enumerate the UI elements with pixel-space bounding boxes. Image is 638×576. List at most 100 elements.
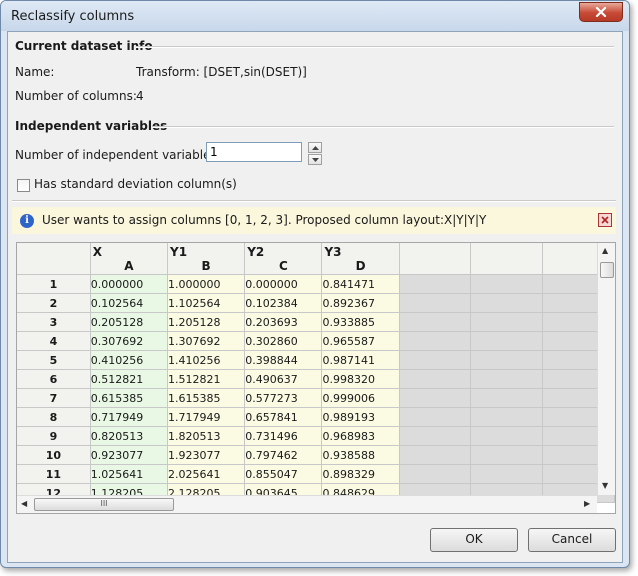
independent-count-label: Number of independent variables: <box>15 148 221 162</box>
table-cell[interactable]: 1.000000 <box>167 274 246 294</box>
table-cell[interactable]: 0.203693 <box>244 312 323 332</box>
row-header[interactable]: 10 <box>17 445 91 465</box>
table-cell[interactable]: 0.923077 <box>90 445 169 465</box>
scroll-down-icon[interactable]: ▼ <box>602 481 608 490</box>
table-cell[interactable]: 0.841471 <box>321 274 400 294</box>
spin-up-button[interactable] <box>308 142 322 153</box>
empty-cell <box>399 407 472 427</box>
row-header[interactable]: 5 <box>17 350 91 370</box>
table-cell[interactable]: 0.892367 <box>321 293 400 313</box>
column-header-empty <box>399 243 472 275</box>
name-value: Transform: [DSET,sin(DSET)] <box>136 65 307 79</box>
table-cell[interactable]: 1.615385 <box>167 388 246 408</box>
row-header[interactable]: 1 <box>17 274 91 294</box>
scroll-up-icon[interactable]: ▲ <box>602 246 608 255</box>
table-cell[interactable]: 0.965587 <box>321 331 400 351</box>
table-row: 4 0.307692 1.307692 0.302860 0.965587 <box>17 331 615 351</box>
table-cell[interactable]: 0.820513 <box>90 426 169 446</box>
table-cell[interactable]: 1.102564 <box>167 293 246 313</box>
table-cell[interactable]: 0.968983 <box>321 426 400 446</box>
table-row: 7 0.615385 1.615385 0.577273 0.999006 <box>17 388 615 408</box>
independent-count-input[interactable] <box>206 142 302 162</box>
column-letter: C <box>278 259 288 273</box>
table-cell[interactable]: 0.307692 <box>90 331 169 351</box>
row-header[interactable]: 11 <box>17 464 91 484</box>
table-cell[interactable]: 0.998320 <box>321 369 400 389</box>
info-bar: i User wants to assign columns [0, 1, 2,… <box>12 207 616 234</box>
empty-cell <box>399 331 472 351</box>
table-cell[interactable]: 0.855047 <box>244 464 323 484</box>
spin-down-button[interactable] <box>308 154 322 165</box>
table-cell[interactable]: 0.000000 <box>90 274 169 294</box>
table-cell[interactable]: 1.717949 <box>167 407 246 427</box>
title-bar[interactable]: Reclassify columns <box>1 1 629 31</box>
stddev-label[interactable]: Has standard deviation column(s) <box>34 177 237 191</box>
table-cell[interactable]: 0.731496 <box>244 426 323 446</box>
empty-cell <box>470 388 544 408</box>
empty-cell <box>470 293 544 313</box>
row-header[interactable]: 3 <box>17 312 91 332</box>
data-grid[interactable]: XA Y1 B Y2 C Y3 D 1 0.000000 1.000000 0.000000… <box>16 242 616 514</box>
column-letter: A <box>124 259 134 273</box>
table-cell[interactable]: 0.490637 <box>244 369 323 389</box>
table-cell[interactable]: 1.307692 <box>167 331 246 351</box>
table-cell[interactable]: 0.302860 <box>244 331 323 351</box>
vertical-scroll-thumb[interactable] <box>600 262 614 278</box>
table-cell[interactable]: 1.205128 <box>167 312 246 332</box>
table-cell[interactable]: 0.989193 <box>321 407 400 427</box>
table-cell[interactable]: 0.987141 <box>321 350 400 370</box>
row-header[interactable]: 2 <box>17 293 91 313</box>
table-cell[interactable]: 0.102384 <box>244 293 323 313</box>
cancel-button[interactable]: Cancel <box>528 528 616 552</box>
row-header[interactable]: 8 <box>17 407 91 427</box>
table-cell[interactable]: 0.205128 <box>90 312 169 332</box>
empty-cell <box>399 293 472 313</box>
table-cell[interactable]: 0.102564 <box>90 293 169 313</box>
table-cell[interactable]: 0.797462 <box>244 445 323 465</box>
empty-cell <box>399 312 472 332</box>
row-header[interactable]: 7 <box>17 388 91 408</box>
vertical-scrollbar[interactable]: ▲ ▼ <box>597 243 615 495</box>
horizontal-scroll-thumb[interactable]: III <box>34 498 174 511</box>
column-header-a[interactable]: XA <box>90 243 169 275</box>
table-cell[interactable]: 1.410256 <box>167 350 246 370</box>
ok-button[interactable]: OK <box>430 528 518 552</box>
table-cell[interactable]: 2.025641 <box>167 464 246 484</box>
horizontal-scrollbar[interactable]: ◀ III ▶ <box>17 495 597 513</box>
table-cell[interactable]: 0.933885 <box>321 312 400 332</box>
column-role: X <box>92 245 103 259</box>
table-cell[interactable]: 1.512821 <box>167 369 246 389</box>
independent-count-stepper[interactable] <box>308 142 322 165</box>
window-close-button[interactable] <box>579 2 623 22</box>
empty-cell <box>399 445 472 465</box>
separator <box>152 126 614 128</box>
table-cell[interactable]: 0.999006 <box>321 388 400 408</box>
column-header-b[interactable]: Y1 B <box>167 243 246 275</box>
table-cell[interactable]: 0.577273 <box>244 388 323 408</box>
columns-label: Number of columns: <box>15 89 137 103</box>
stddev-checkbox[interactable] <box>17 179 30 192</box>
table-cell[interactable]: 0.657841 <box>244 407 323 427</box>
scroll-left-icon[interactable]: ◀ <box>21 499 27 508</box>
table-cell[interactable]: 1.820513 <box>167 426 246 446</box>
table-cell[interactable]: 1.923077 <box>167 445 246 465</box>
table-cell[interactable]: 0.410256 <box>90 350 169 370</box>
info-dismiss-button[interactable] <box>598 213 612 227</box>
table-cell[interactable]: 0.898329 <box>321 464 400 484</box>
table-cell[interactable]: 0.615385 <box>90 388 169 408</box>
table-cell[interactable]: 0.512821 <box>90 369 169 389</box>
row-header[interactable]: 6 <box>17 369 91 389</box>
column-header-c[interactable]: Y2 C <box>244 243 323 275</box>
empty-cell <box>470 464 544 484</box>
row-header[interactable]: 9 <box>17 426 91 446</box>
row-header[interactable]: 4 <box>17 331 91 351</box>
table-cell[interactable]: 0.938588 <box>321 445 400 465</box>
column-header-d[interactable]: Y3 D <box>321 243 400 275</box>
window-title: Reclassify columns <box>11 9 135 24</box>
table-cell[interactable]: 0.398844 <box>244 350 323 370</box>
table-cell[interactable]: 0.717949 <box>90 407 169 427</box>
scroll-right-icon[interactable]: ▶ <box>584 499 590 508</box>
table-cell[interactable]: 1.025641 <box>90 464 169 484</box>
empty-cell <box>399 350 472 370</box>
table-cell[interactable]: 0.000000 <box>244 274 323 294</box>
